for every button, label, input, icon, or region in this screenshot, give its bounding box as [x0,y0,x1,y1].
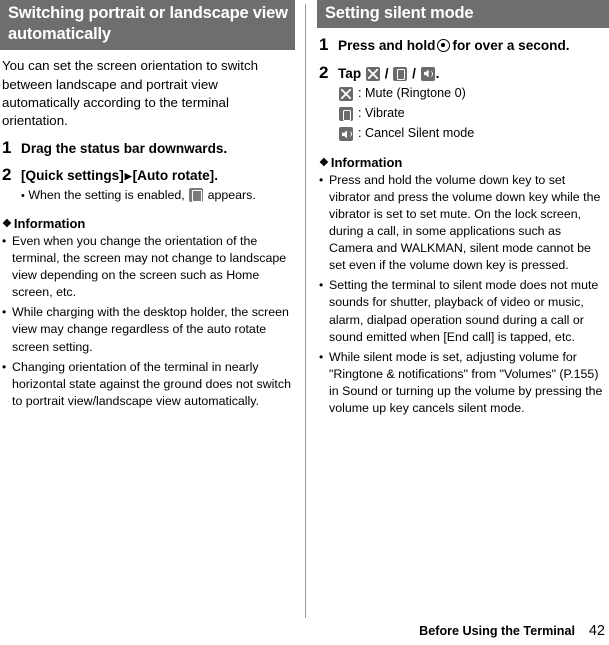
sound-icon [420,66,435,81]
right-step-2-separator-1: / [384,65,389,81]
list-item: • Even when you change the orientation o… [2,233,291,301]
list-item: • While silent mode is set, adjusting vo… [319,349,605,417]
left-step-2-text-post: [Auto rotate]. [132,167,218,183]
footer-chapter-label: Before Using the Terminal [419,624,575,638]
footer-page-number: 42 [588,623,605,639]
left-info-item-2: While charging with the desktop holder, … [12,305,289,354]
left-step-2-sub-post: appears. [207,187,256,202]
sound-icon [338,124,358,143]
bullet-dot-icon: • [319,278,324,293]
left-information-heading: ❖ Information [2,216,293,231]
flower-icon: ❖ [2,217,12,230]
left-column: Switching portrait or landscape view aut… [0,0,295,413]
right-info-item-2: Setting the terminal to silent mode does… [329,278,599,344]
right-step-1-text-post: for over a second. [452,38,570,54]
icon-legend-vibrate-label: : Vibrate [358,106,405,121]
right-info-item-3: While silent mode is set, adjusting volu… [329,349,603,416]
left-info-item-3: Changing orientation of the terminal in … [12,359,291,408]
power-key-icon [437,39,451,53]
right-column: Setting silent mode 1 Press and hold for … [317,0,609,420]
right-information-heading-label: Information [330,154,403,170]
left-information-heading-label: Information [13,215,86,231]
bullet-dot-icon: • [21,189,25,202]
icon-legend-sound-label: : Cancel Silent mode [358,126,475,141]
arrow-right-icon: ▶ [124,170,132,181]
icon-legend-vibrate: : Vibrate [338,104,609,123]
right-step-1-text: Press and hold for over a second. [338,35,607,55]
right-step-2-number: 2 [319,62,329,82]
left-step-1: 1 Drag the status bar downwards. [2,138,293,158]
left-step-2-sub-pre: When the setting is enabled, [28,187,185,202]
right-info-item-1: Press and hold the volume down key to se… [329,172,601,273]
right-step-2-separator-2: / [412,65,416,81]
left-section-heading: Switching portrait or landscape view aut… [0,0,295,51]
vibrate-icon [393,66,408,81]
left-info-item-1: Even when you change the orientation of … [12,233,287,300]
right-information-list: • Press and hold the volume down key to … [319,172,605,418]
right-information-heading: ❖ Information [319,155,607,170]
left-step-1-text: Drag the status bar downwards. [21,140,228,156]
mute-icon [338,84,358,103]
list-item: • Setting the terminal to silent mode do… [319,277,605,345]
right-step-1: 1 Press and hold for over a second. [319,35,607,55]
page-footer: Before Using the Terminal 42 [419,623,605,639]
auto-rotate-icon [189,187,204,202]
bullet-dot-icon: • [319,349,324,364]
list-item: • Changing orientation of the terminal i… [2,359,291,410]
left-step-1-number: 1 [2,137,12,157]
right-step-2-text: Tap / / . [338,63,607,83]
right-step-1-text-pre: Press and hold [338,38,436,54]
left-information-list: • Even when you change the orientation o… [2,233,291,410]
right-step-1-number: 1 [319,35,329,55]
page-root: Switching portrait or landscape view aut… [0,0,609,645]
icon-legend-mute-label: : Mute (Ringtone 0) [358,85,466,100]
list-item: • Press and hold the volume down key to … [319,172,605,275]
flower-icon: ❖ [319,156,329,169]
left-step-2: 2 [Quick settings]▶[Auto rotate]. • When… [2,165,293,205]
bullet-dot-icon: • [319,172,324,187]
bullet-dot-icon: • [2,305,7,320]
vibrate-icon [338,104,358,123]
right-step-2-text-pre: Tap [338,65,362,81]
left-intro-paragraph: You can set the screen orientation to sw… [2,58,258,129]
list-item: • While charging with the desktop holder… [2,304,291,355]
icon-legend-sound: : Cancel Silent mode [338,124,609,143]
right-step-2: 2 Tap / / . [319,63,607,83]
left-step-2-text-pre: [Quick settings] [21,167,124,183]
right-section-heading: Setting silent mode [317,0,609,29]
left-step-2-subnote-text: When the setting is enabled, appears. [28,187,256,202]
left-step-2-body: [Quick settings]▶[Auto rotate]. • When t… [21,165,293,205]
bullet-dot-icon: • [2,359,7,374]
bullet-dot-icon: • [2,233,7,248]
icon-legend-mute: : Mute (Ringtone 0) [338,84,609,103]
column-divider [305,4,306,618]
right-step-2-text-post: . [435,65,440,81]
left-step-2-subnote: • When the setting is enabled, appears. [21,187,293,205]
left-step-2-number: 2 [2,164,12,184]
mute-icon [365,66,380,81]
